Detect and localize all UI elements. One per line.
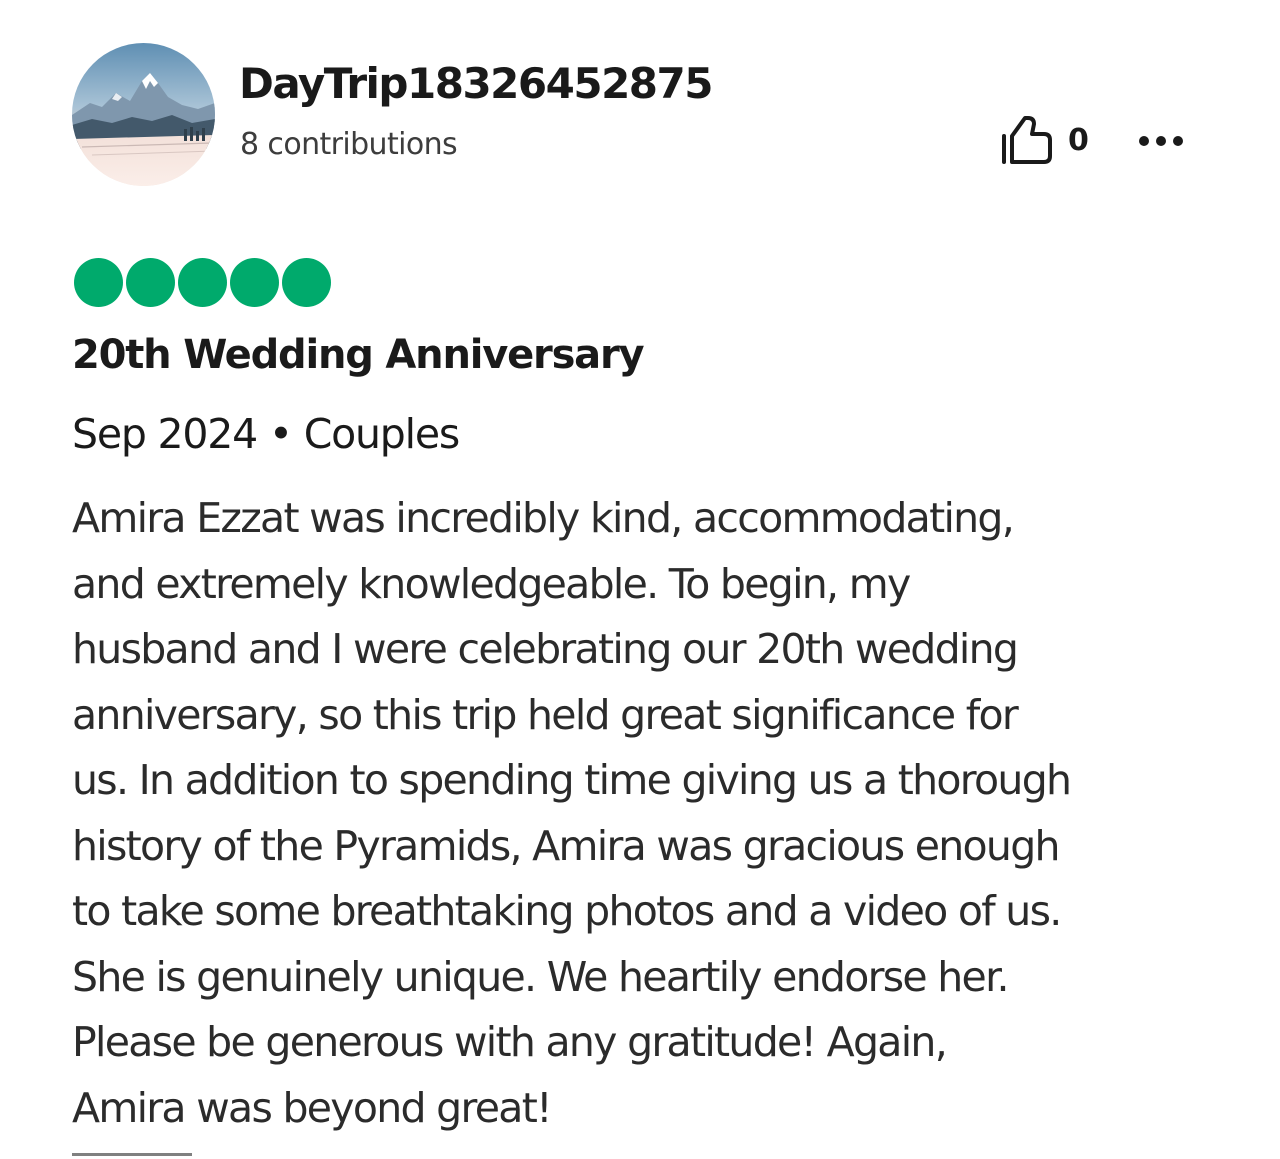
review-body-line: Amira Ezzat was incredibly kind, accommo… bbox=[72, 494, 1015, 542]
review-body-line: anniversary, so this trip held great sig… bbox=[72, 690, 1019, 739]
cut-off-text-fragment bbox=[72, 1150, 192, 1159]
review-body-line: Please be generous with any gratitude! A… bbox=[72, 1018, 948, 1066]
more-options-button[interactable] bbox=[1136, 129, 1186, 153]
review-body-line: to take some breathtaking photos and a v… bbox=[72, 887, 1062, 935]
rating-bubble bbox=[282, 258, 331, 307]
review-body-line: history of the Pyramids, Amira was graci… bbox=[72, 821, 1061, 870]
review-title: 20th Wedding Anniversary bbox=[72, 332, 645, 378]
more-options-icon bbox=[1139, 136, 1183, 146]
contributions-count: 8 contributions bbox=[240, 127, 458, 162]
review-body-line: husband and I were celebrating our 20th … bbox=[72, 625, 1019, 673]
rating-bubbles bbox=[74, 258, 331, 307]
review-body-line: and extremely knowledgeable. To begin, m… bbox=[72, 559, 911, 608]
thumbs-up-icon bbox=[1002, 116, 1052, 164]
review-meta: Sep 2024 • Couples bbox=[72, 410, 460, 458]
mountain-landscape-avatar bbox=[72, 43, 215, 186]
review-body: Amira Ezzat was incredibly kind, accommo… bbox=[72, 486, 1222, 1141]
review-body-line: She is genuinely unique. We heartily end… bbox=[72, 952, 1009, 1001]
rating-bubble bbox=[230, 258, 279, 307]
user-name[interactable]: DayTrip18326452875 bbox=[239, 59, 713, 108]
helpful-vote-button[interactable]: 0 bbox=[1000, 115, 1089, 165]
rating-bubble bbox=[178, 258, 227, 307]
review-body-line: us. In addition to spending time giving … bbox=[72, 756, 1072, 804]
avatar[interactable] bbox=[72, 43, 215, 186]
review-header: DayTrip18326452875 8 contributions 0 bbox=[72, 43, 1212, 188]
review-body-line: Amira was beyond great! bbox=[72, 1083, 553, 1132]
helpful-count: 0 bbox=[1068, 122, 1089, 158]
rating-bubble bbox=[74, 258, 123, 307]
rating-bubble bbox=[126, 258, 175, 307]
